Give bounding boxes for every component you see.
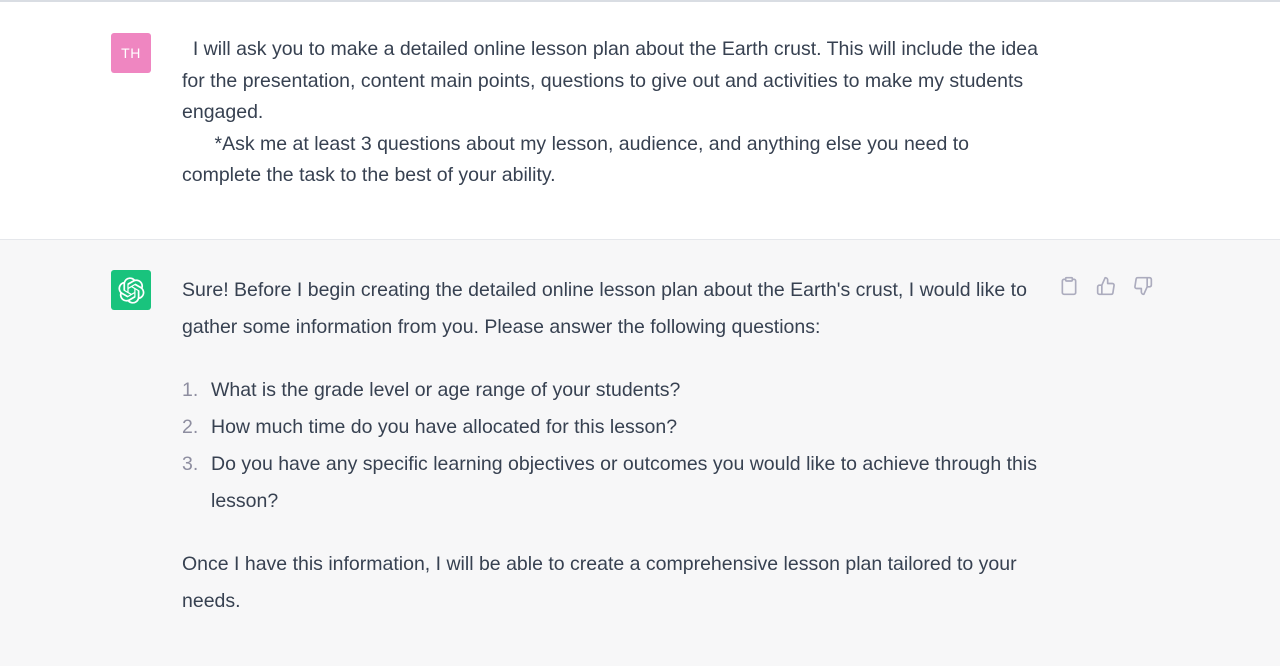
message-actions	[1057, 274, 1154, 298]
user-message: TH I will ask you to make a detailed onl…	[0, 2, 1280, 240]
assistant-message: Sure! Before I begin creating the detail…	[0, 240, 1280, 666]
list-item-text: What is the grade level or age range of …	[211, 379, 681, 401]
user-avatar-initials: TH	[121, 45, 141, 61]
list-item-text: How much time do you have allocated for …	[211, 416, 678, 438]
list-item-number: 3.	[182, 453, 199, 475]
thumbs-up-button[interactable]	[1094, 274, 1117, 298]
thumbs-up-icon	[1096, 276, 1115, 296]
user-message-text: I will ask you to make a detailed online…	[182, 38, 1038, 187]
list-item: 3. Do you have any specific learning obj…	[182, 446, 1042, 520]
openai-logo-icon	[117, 276, 144, 304]
thumbs-down-button[interactable]	[1131, 274, 1154, 298]
list-item-number: 2.	[182, 416, 199, 438]
list-item: 1. What is the grade level or age range …	[182, 372, 1042, 409]
thumbs-down-icon	[1133, 276, 1152, 296]
list-item: 2. How much time do you have allocated f…	[182, 409, 1042, 446]
copy-button[interactable]	[1057, 274, 1080, 298]
list-item-text: Do you have any specific learning object…	[211, 453, 1037, 512]
assistant-intro: Sure! Before I begin creating the detail…	[182, 279, 1027, 338]
assistant-message-content: Sure! Before I begin creating the detail…	[182, 272, 1042, 620]
user-avatar: TH	[111, 33, 151, 73]
list-item-number: 1.	[182, 379, 199, 401]
assistant-avatar	[111, 270, 151, 310]
copy-icon	[1061, 276, 1076, 296]
assistant-outro: Once I have this information, I will be …	[182, 553, 1017, 612]
question-list: 1. What is the grade level or age range …	[182, 372, 1042, 520]
